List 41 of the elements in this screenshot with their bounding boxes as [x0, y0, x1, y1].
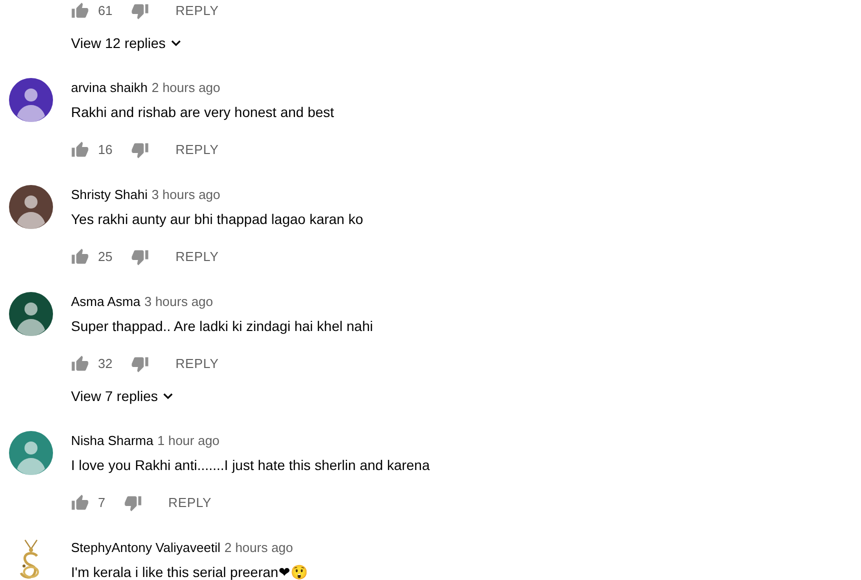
avatar	[9, 78, 53, 122]
comment-author[interactable]: arvina shaikh	[71, 78, 148, 98]
thumbs-down-icon[interactable]	[131, 248, 150, 266]
like-count: 61	[98, 2, 112, 20]
reply-button[interactable]: REPLY	[175, 354, 219, 374]
thumbs-down-icon[interactable]	[131, 355, 150, 373]
thumbs-up-icon[interactable]	[71, 494, 89, 512]
comment-text: I'm kerala i like this serial preeran❤😲	[71, 563, 308, 580]
view-replies-link[interactable]: View 12 replies	[71, 27, 861, 59]
thumbs-down-icon[interactable]	[124, 494, 142, 512]
comment-author[interactable]: Nisha Sharma	[71, 431, 154, 451]
comment-time[interactable]: 2 hours ago	[152, 78, 220, 98]
view-replies-link[interactable]: View 7 replies	[71, 380, 373, 412]
reply-button[interactable]: REPLY	[175, 247, 219, 267]
thumbs-up-icon[interactable]	[71, 248, 89, 266]
thumbs-up-icon[interactable]	[71, 141, 89, 159]
like-count: 16	[98, 141, 112, 160]
reply-button[interactable]: REPLY	[175, 1, 219, 21]
comment-text: Rakhi and rishab are very honest and best	[71, 103, 334, 122]
comment-text: I love you Rakhi anti.......I just hate this sherlin and karena	[71, 456, 430, 475]
comment-author[interactable]: Shristy Shahi	[71, 185, 148, 205]
comment-time[interactable]: 2 hours ago	[224, 538, 294, 558]
avatar	[9, 292, 53, 336]
comment-author[interactable]: Asma Asma	[71, 292, 140, 312]
avatar	[9, 431, 53, 475]
comment-text: Yes rakhi aunty aur bhi thappad lagao karan ko	[71, 210, 364, 229]
comment-time[interactable]: 3 hours ago	[144, 292, 214, 312]
like-count: 7	[98, 494, 106, 512]
avatar	[9, 185, 53, 229]
like-count: 25	[98, 248, 112, 266]
comment-time[interactable]: 3 hours ago	[152, 185, 220, 205]
comment-text: Super thappad.. Are ladki ki zindagi hai khel nahi	[71, 317, 373, 336]
thumbs-down-icon[interactable]	[131, 141, 150, 159]
reply-button[interactable]: REPLY	[168, 493, 212, 513]
reply-button[interactable]: REPLY	[175, 140, 219, 160]
comment-author[interactable]: StephyAntony Valiyaveetil	[71, 538, 220, 558]
comment-time[interactable]: 1 hour ago	[157, 431, 220, 451]
thumbs-up-icon[interactable]	[71, 2, 89, 20]
thumbs-down-icon[interactable]	[131, 2, 150, 20]
like-count: 32	[98, 355, 112, 374]
thumbs-up-icon[interactable]	[71, 355, 89, 373]
